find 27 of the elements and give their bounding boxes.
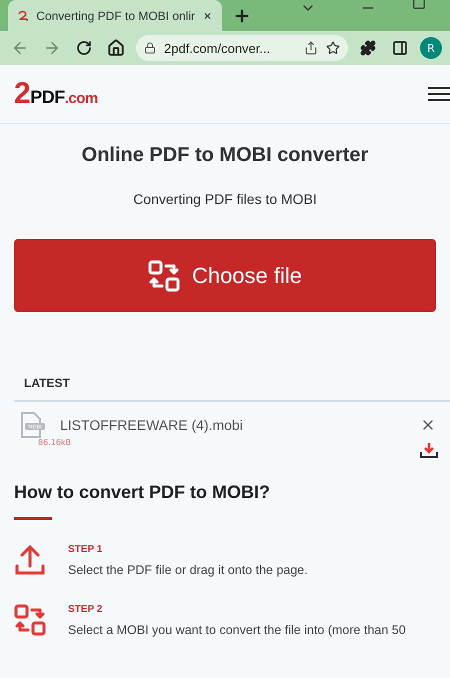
- step-label: STEP 1: [68, 544, 104, 555]
- step-text: Select the PDF file or drag it onto the page.: [68, 563, 309, 577]
- page-subtitle: Converting PDF files to MOBI: [133, 191, 317, 207]
- share-icon[interactable]: [304, 41, 318, 55]
- address-bar[interactable]: 2pdf.com/conver...: [136, 35, 348, 61]
- choose-file-button[interactable]: Choose file: [14, 239, 436, 312]
- step-text: Select a MOBI you want to convert the file into (more than 50: [68, 623, 407, 637]
- maximize-icon[interactable]: [412, 0, 426, 10]
- favicon-icon: [18, 8, 28, 24]
- bookmark-icon[interactable]: [326, 41, 340, 55]
- howto-heading: How to convert PDF to MOBI?: [14, 482, 271, 503]
- convert-icon: [148, 260, 180, 292]
- latest-heading: LATEST: [14, 376, 450, 402]
- lock-icon: [144, 42, 156, 54]
- tab-title: Converting PDF to MOBI onlir: [36, 8, 195, 22]
- download-icon[interactable]: [420, 442, 438, 458]
- upload-icon: [14, 544, 46, 576]
- file-name: LISTOFFREEWARE (4).mobi: [60, 417, 244, 433]
- profile-avatar[interactable]: R: [420, 37, 442, 59]
- convert-icon: [14, 604, 46, 636]
- site-logo[interactable]: 2PDF.com: [14, 77, 98, 111]
- menu-icon[interactable]: [428, 86, 450, 102]
- step-label: STEP 2: [68, 604, 104, 615]
- file-size: 86.16kB: [37, 438, 72, 449]
- browser-tab[interactable]: Converting PDF to MOBI onlir: [8, 0, 222, 31]
- url-text: 2pdf.com/conver...: [164, 40, 272, 56]
- page-title: Online PDF to MOBI converter: [82, 144, 368, 167]
